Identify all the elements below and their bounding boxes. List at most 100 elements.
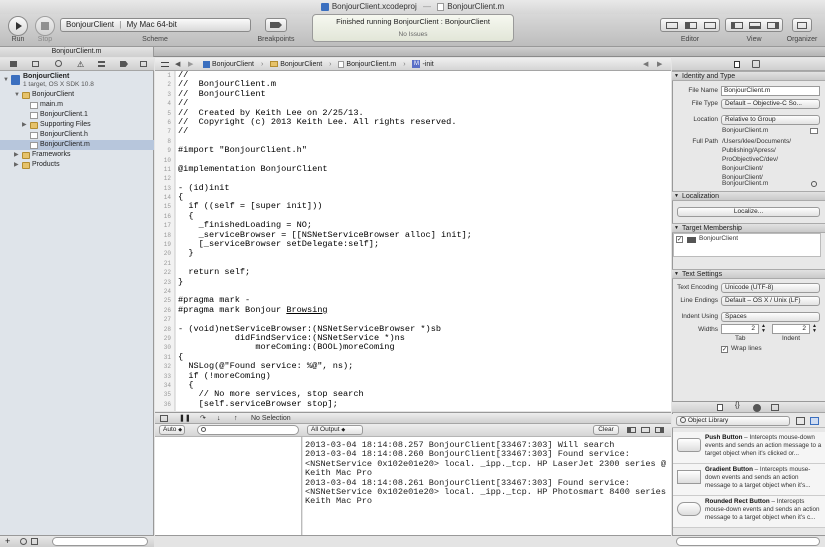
identity-type-header[interactable]: ▼ Identity and Type <box>672 71 825 81</box>
filter-field[interactable] <box>52 537 148 546</box>
localization-header[interactable]: ▼ Localization <box>672 191 825 201</box>
stop-button[interactable] <box>35 16 55 36</box>
scheme-target[interactable]: BonjourClient <box>66 20 114 29</box>
breadcrumb-method[interactable]: -init <box>422 61 433 68</box>
standard-editor-icon[interactable] <box>666 22 678 29</box>
assistant-editor-icon[interactable] <box>685 22 697 29</box>
disclosure-open-icon[interactable]: ▼ <box>14 90 20 100</box>
reveal-in-finder-icon[interactable] <box>811 181 817 187</box>
code-line[interactable]: return self; <box>178 267 671 277</box>
breakpoint-navigator-icon[interactable] <box>120 61 128 67</box>
disclosure-closed-icon[interactable]: ▶ <box>14 160 19 170</box>
tab-bonjourclient-m[interactable]: BonjourClient.m <box>0 47 154 57</box>
symbol-navigator-icon[interactable] <box>32 61 39 67</box>
target-checkbox[interactable]: ✓ <box>676 236 683 243</box>
breakpoints-button[interactable] <box>265 18 287 32</box>
library-item-push-button[interactable]: Push Button – Intercepts mouse-down even… <box>673 432 825 464</box>
file-type-popup[interactable]: Default – Objective-C So... <box>721 99 820 109</box>
disclosure-open-icon[interactable]: ▼ <box>674 192 679 201</box>
console-output[interactable]: 2013-03-04 18:14:08.257 BonjourClient[33… <box>303 437 671 539</box>
breadcrumb-group[interactable]: BonjourClient <box>280 61 322 68</box>
code-line[interactable]: [self.serviceBrowser stop]; <box>178 399 671 409</box>
code-line[interactable] <box>178 259 671 268</box>
indent-width-field[interactable]: 2 <box>772 324 810 334</box>
clear-console-button[interactable]: Clear <box>593 425 619 435</box>
code-line[interactable]: @implementation BonjourClient <box>178 164 671 174</box>
step-into-icon[interactable]: ↓ <box>217 413 221 424</box>
code-line[interactable]: [_serviceBrowser setDelegate:self]; <box>178 239 671 249</box>
version-editor-icon[interactable] <box>704 22 716 29</box>
file-name-field[interactable]: BonjourClient.m <box>721 86 820 96</box>
list-view-icon[interactable] <box>810 417 819 425</box>
choose-location-icon[interactable] <box>810 128 818 134</box>
indent-width-stepper[interactable]: ▲ ▼ <box>812 324 818 334</box>
debug-area-toggle-icon[interactable] <box>749 22 761 29</box>
disclosure-open-icon[interactable]: ▼ <box>674 270 679 279</box>
source-editor[interactable]: //// BonjourClient.m// BonjourClient////… <box>176 71 671 411</box>
issue-prev-icon[interactable]: ◀ <box>643 58 648 71</box>
code-line[interactable]: // BonjourClient <box>178 89 671 99</box>
code-line[interactable]: if ((self = [super init])) <box>178 202 671 212</box>
editor-mode-selector[interactable] <box>660 18 720 32</box>
variables-search-field[interactable] <box>197 425 299 435</box>
breadcrumb-project[interactable]: BonjourClient <box>212 61 254 68</box>
console-output-popup[interactable]: All Output ◆ <box>307 425 363 435</box>
tab-width-field[interactable]: 2 <box>721 324 759 334</box>
code-line[interactable]: #pragma mark Bonjour Browsing <box>178 305 671 315</box>
navigator-toggle-icon[interactable] <box>731 22 743 29</box>
run-button[interactable] <box>8 16 28 36</box>
code-line[interactable]: } <box>178 249 671 259</box>
library-popup[interactable]: Object Library <box>676 416 790 426</box>
nav-item-bonjourclient-h[interactable]: BonjourClient.h <box>0 130 154 140</box>
issue-next-icon[interactable]: ▶ <box>657 58 662 71</box>
quick-help-icon[interactable] <box>752 60 760 68</box>
nav-item-bonjourclient-m[interactable]: BonjourClient.m <box>0 140 154 150</box>
organizer-button[interactable] <box>792 18 812 32</box>
library-item-gradient-button[interactable]: Gradient Button – Intercepts mouse-down … <box>673 464 825 496</box>
misspelled-word[interactable]: Browsing <box>286 305 327 315</box>
code-line[interactable]: if (!moreComing) <box>178 371 671 381</box>
variables-scope-popup[interactable]: Auto ◆ <box>159 425 185 435</box>
tab-width-stepper[interactable]: ▲ ▼ <box>761 324 767 334</box>
breadcrumb-file[interactable]: BonjourClient.m <box>346 61 396 68</box>
hide-debug-icon[interactable] <box>160 415 168 422</box>
nav-item-products[interactable]: ▶ Products <box>0 160 154 170</box>
file-template-library-icon[interactable] <box>717 404 723 411</box>
file-inspector-icon[interactable] <box>734 61 740 68</box>
view-selector[interactable] <box>725 18 783 32</box>
text-encoding-popup[interactable]: Unicode (UTF-8) <box>721 283 820 293</box>
split-view-icon[interactable] <box>641 427 650 433</box>
indent-using-popup[interactable]: Spaces <box>721 312 820 322</box>
code-line[interactable]: // <box>178 126 671 136</box>
utilities-toggle-icon[interactable] <box>767 22 779 29</box>
scheme-destination[interactable]: My Mac 64-bit <box>127 20 177 29</box>
nav-item-group-bonjourclient[interactable]: ▼ BonjourClient <box>0 90 154 100</box>
pause-icon[interactable]: ❚❚ <box>179 413 191 424</box>
disclosure-closed-icon[interactable]: ▶ <box>22 120 27 130</box>
code-snippet-library-icon[interactable]: {} <box>735 402 740 409</box>
localize-button[interactable]: Localize... <box>677 207 820 217</box>
variables-only-icon[interactable] <box>627 427 636 433</box>
disclosure-closed-icon[interactable]: ▶ <box>14 150 19 160</box>
scheme-selector[interactable]: BonjourClient | My Mac 64-bit <box>60 18 251 32</box>
text-settings-header[interactable]: ▼ Text Settings <box>672 269 825 279</box>
location-popup[interactable]: Relative to Group <box>721 115 820 125</box>
nav-item-main-m[interactable]: main.m <box>0 100 154 110</box>
step-out-icon[interactable]: ↑ <box>234 413 238 424</box>
disclosure-open-icon[interactable]: ▼ <box>674 224 679 233</box>
nav-item-frameworks[interactable]: ▶ Frameworks <box>0 150 154 160</box>
code-line[interactable] <box>178 287 671 296</box>
scm-filter-icon[interactable] <box>31 538 38 545</box>
nav-item-bonjourclient-1[interactable]: BonjourClient.1 <box>0 110 154 120</box>
project-root-row[interactable]: ▼ BonjourClient 1 target, OS X SDK 10.8 <box>0 72 154 90</box>
search-navigator-icon[interactable] <box>55 60 62 67</box>
project-navigator-icon[interactable] <box>10 61 17 67</box>
library-search-field[interactable] <box>676 537 820 546</box>
disclosure-open-icon[interactable]: ▼ <box>3 75 9 85</box>
target-membership-header[interactable]: ▼ Target Membership <box>672 223 825 233</box>
media-library-icon[interactable] <box>771 404 779 411</box>
related-files-icon[interactable] <box>161 62 169 67</box>
code-line[interactable]: - (id)init <box>178 183 671 193</box>
nav-item-supporting-files[interactable]: ▶ Supporting Files <box>0 120 154 130</box>
code-line[interactable]: // Copyright (c) 2013 Keith Lee. All rig… <box>178 117 671 127</box>
